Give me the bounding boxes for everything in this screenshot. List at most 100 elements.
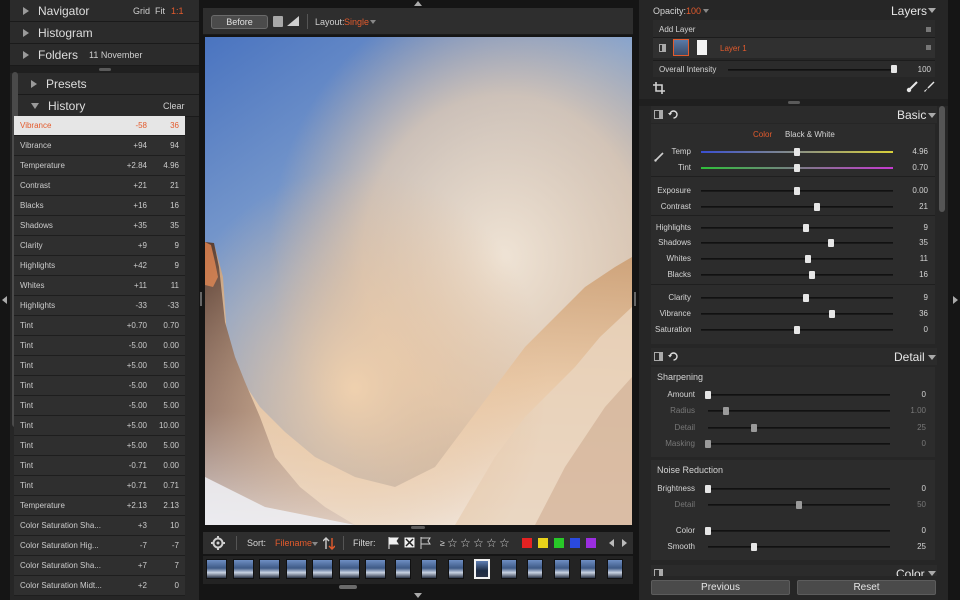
overall-intensity-knob[interactable] (891, 65, 897, 73)
color-mode-tab[interactable]: Color (753, 130, 772, 139)
history-item[interactable]: Tint -5.00 5.00 (14, 396, 185, 416)
filmstrip-thumbnail[interactable] (232, 559, 254, 579)
slider-track[interactable] (708, 530, 890, 532)
history-item[interactable]: Color Saturation Sha... +3 10 (14, 516, 185, 536)
brush-icon[interactable] (906, 81, 918, 93)
history-item[interactable]: Whites +11 11 (14, 276, 185, 296)
history-item[interactable]: Color Saturation Midt... +2 0 (14, 576, 185, 596)
overall-intensity-slider[interactable] (728, 69, 895, 71)
slider-knob[interactable] (705, 391, 711, 399)
filmstrip-scroll-right-icon[interactable] (622, 539, 627, 547)
slider-knob[interactable] (794, 187, 800, 195)
filmstrip-thumbnail[interactable] (447, 559, 464, 579)
slider-knob[interactable] (705, 485, 711, 493)
detail-header[interactable]: Detail (651, 348, 937, 365)
bw-mode-tab[interactable]: Black & White (785, 130, 835, 139)
slider-knob[interactable] (705, 440, 711, 448)
history-item[interactable]: Blacks +16 16 (14, 196, 185, 216)
slider-knob[interactable] (723, 407, 730, 415)
filmstrip-resize-handle[interactable] (411, 526, 425, 529)
slider-track[interactable] (708, 443, 890, 445)
color-label-swatch[interactable] (586, 538, 596, 548)
right-panel-scrollbar[interactable] (939, 106, 945, 212)
right-splitter[interactable] (634, 292, 636, 306)
filmstrip-thumbnail[interactable] (312, 559, 333, 579)
slider-knob[interactable] (796, 501, 802, 509)
color-header[interactable]: Color (651, 565, 937, 576)
color-collapse-icon[interactable] (928, 571, 936, 576)
fit-zoom-button[interactable]: Fit (155, 6, 165, 16)
slider-track[interactable] (701, 242, 893, 244)
clear-history-button[interactable]: Clear (163, 101, 185, 111)
color-label-swatch[interactable] (538, 538, 548, 548)
flag-picked-icon[interactable] (388, 537, 399, 549)
filmstrip-thumbnail[interactable] (527, 559, 543, 579)
sort-direction-icon[interactable] (323, 537, 335, 550)
slider-knob[interactable] (804, 255, 811, 263)
one-to-one-zoom-button[interactable]: 1:1 (171, 6, 184, 16)
filmstrip-scrollbar[interactable] (339, 585, 357, 589)
layer-row[interactable]: Layer 1 (653, 38, 935, 58)
gear-icon[interactable] (211, 536, 225, 550)
slider-track[interactable] (708, 427, 890, 429)
layers-collapse-icon[interactable] (928, 8, 936, 13)
reset-button[interactable]: Reset (797, 580, 936, 595)
slider-track[interactable] (701, 227, 893, 229)
history-item[interactable]: Vibrance +94 94 (14, 136, 185, 156)
rating-operator[interactable]: ≥ (440, 538, 445, 548)
history-item[interactable]: Tint +0.71 0.71 (14, 476, 185, 496)
filmstrip-thumbnail[interactable] (285, 559, 307, 579)
split-view-icon[interactable] (287, 16, 299, 27)
color-label-swatch[interactable] (554, 538, 564, 548)
history-item[interactable]: Color Saturation Sha... +7 7 (14, 556, 185, 576)
flag-unflagged-icon[interactable] (420, 537, 431, 549)
slider-knob[interactable] (809, 271, 816, 279)
slider-track[interactable] (708, 394, 890, 396)
slider-knob[interactable] (750, 424, 757, 432)
history-item[interactable]: Tint -5.00 0.00 (14, 336, 185, 356)
history-item[interactable]: Contrast +21 21 (14, 176, 185, 196)
slider-track[interactable] (701, 258, 893, 260)
history-item[interactable]: Tint +5.00 10.00 (14, 416, 185, 436)
slider-track[interactable] (701, 274, 893, 276)
panel-resize-handle[interactable] (639, 99, 948, 106)
sort-chevron-down-icon[interactable] (312, 542, 318, 546)
left-splitter[interactable] (200, 292, 202, 306)
filmstrip-thumbnail[interactable] (500, 559, 517, 579)
history-header[interactable]: History Clear (18, 95, 199, 117)
history-item[interactable]: Tint -5.00 0.00 (14, 376, 185, 396)
history-item[interactable]: Tint +5.00 5.00 (14, 436, 185, 456)
slider-knob[interactable] (802, 224, 809, 232)
opacity-value[interactable]: 100 (686, 6, 701, 16)
slider-track[interactable] (701, 206, 893, 208)
add-layer-button[interactable]: Add Layer (659, 25, 695, 34)
slider-track[interactable] (701, 313, 893, 315)
slider-track[interactable] (708, 410, 890, 412)
filmstrip-thumbnail[interactable] (338, 559, 360, 579)
history-item[interactable]: Highlights +42 9 (14, 256, 185, 276)
star-outline-icon[interactable]: ☆ (499, 536, 510, 550)
star-outline-icon[interactable]: ☆ (486, 536, 497, 550)
slider-knob[interactable] (705, 527, 711, 535)
flag-rejected-icon[interactable] (404, 537, 415, 548)
layout-dropdown[interactable]: Single (344, 17, 369, 27)
filmstrip-thumbnail[interactable] (206, 559, 227, 579)
history-item[interactable]: Shadows +35 35 (14, 216, 185, 236)
slider-knob[interactable] (750, 543, 757, 551)
basic-collapse-icon[interactable] (928, 113, 936, 118)
panel-toggle-icon[interactable] (654, 110, 663, 119)
history-item[interactable]: Highlights -33 -33 (14, 296, 185, 316)
slider-knob[interactable] (828, 310, 835, 318)
collapse-top-panel-icon[interactable] (414, 1, 422, 6)
slider-knob[interactable] (827, 239, 834, 247)
panel-toggle-icon[interactable] (654, 569, 663, 576)
filmstrip-thumbnail[interactable] (580, 559, 596, 579)
detail-collapse-icon[interactable] (928, 355, 936, 360)
filmstrip-thumbnail[interactable] (365, 559, 386, 579)
slider-knob[interactable] (814, 203, 821, 211)
opacity-chevron-down-icon[interactable] (703, 9, 709, 13)
slider-knob[interactable] (794, 164, 800, 172)
collapse-right-panel-icon[interactable] (953, 296, 958, 304)
folders-header[interactable]: Folders 11 November (10, 44, 199, 66)
reset-panel-icon[interactable] (668, 109, 679, 120)
